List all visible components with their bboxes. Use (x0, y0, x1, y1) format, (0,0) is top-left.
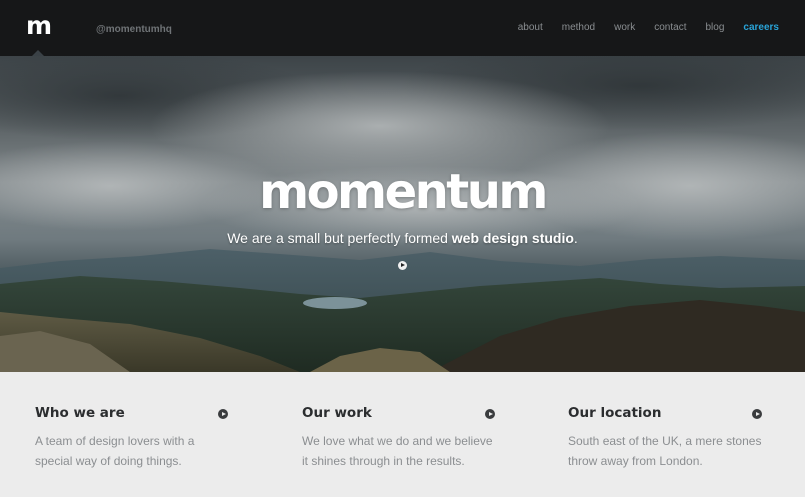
column-title[interactable]: Who we are (35, 404, 231, 422)
hero-title: momentum (259, 164, 548, 220)
play-icon[interactable] (398, 261, 407, 270)
info-columns: Who we are A team of design lovers with … (0, 372, 805, 497)
nav-item-blog[interactable]: blog (706, 22, 725, 34)
nav-item-careers[interactable]: careers (743, 22, 779, 34)
column-our-work: Our work We love what we do and we belie… (302, 404, 498, 471)
top-navigation-bar: m @momentumhq about method work contact … (0, 0, 805, 56)
column-text: We love what we do and we believe it shi… (302, 434, 493, 468)
tagline-prefix: We are a small but perfectly formed (227, 230, 452, 246)
column-title[interactable]: Our work (302, 404, 498, 422)
column-title[interactable]: Our location (568, 404, 764, 422)
arrow-right-icon[interactable] (218, 409, 228, 419)
hero-tagline: We are a small but perfectly formed web … (0, 229, 805, 247)
column-our-location: Our location South east of the UK, a mer… (568, 404, 764, 471)
arrow-right-icon[interactable] (752, 409, 762, 419)
tagline-highlight: web design studio (451, 230, 574, 246)
column-text: A team of design lovers with a special w… (35, 434, 195, 468)
nav-item-work[interactable]: work (614, 22, 635, 34)
column-text: South east of the UK, a mere stones thro… (568, 434, 762, 468)
main-nav: about method work contact blog careers (499, 22, 779, 34)
tagline-suffix: . (573, 230, 578, 246)
arrow-right-icon[interactable] (485, 409, 495, 419)
twitter-handle-link[interactable]: @momentumhq (96, 24, 172, 35)
nav-item-method[interactable]: method (562, 22, 595, 34)
logo[interactable]: m (26, 12, 52, 40)
column-who-we-are: Who we are A team of design lovers with … (35, 404, 231, 471)
nav-item-contact[interactable]: contact (654, 22, 686, 34)
nav-item-about[interactable]: about (518, 22, 543, 34)
hero-banner: momentum We are a small but perfectly fo… (0, 56, 805, 372)
